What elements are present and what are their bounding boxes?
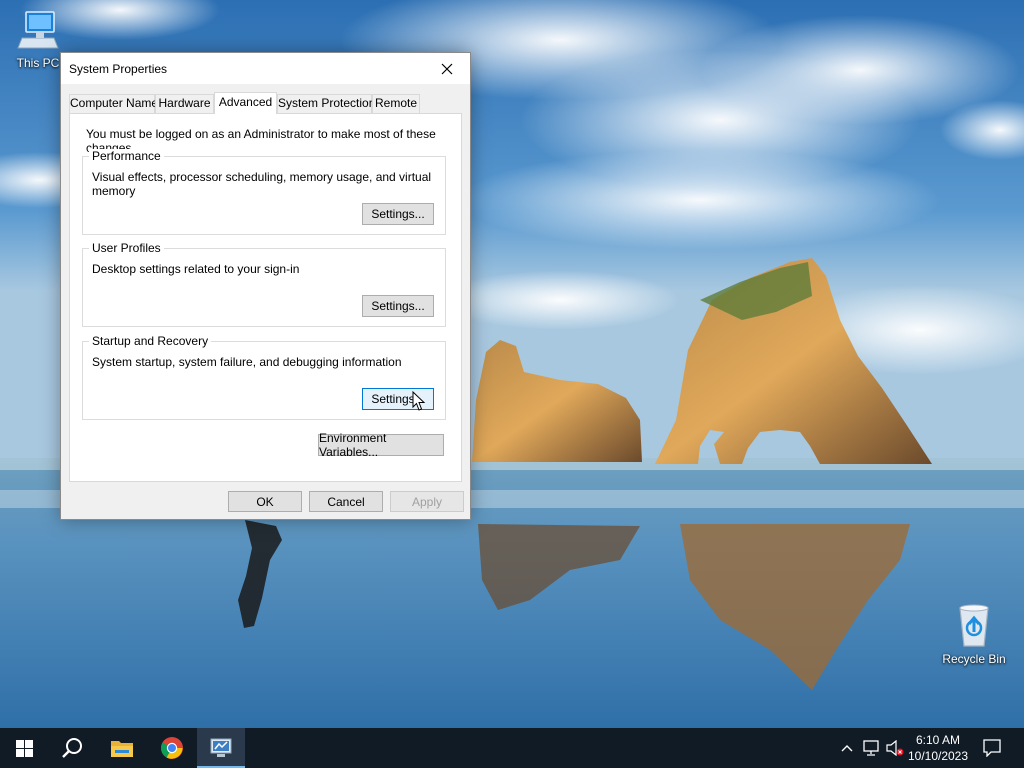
desktop-icon-label: This PC <box>16 56 60 70</box>
action-center-icon <box>983 739 1001 757</box>
group-user-profiles: User Profiles Desktop settings related t… <box>82 241 446 327</box>
environment-variables-button[interactable]: Environment Variables... <box>318 431 444 459</box>
close-button[interactable] <box>424 53 470 84</box>
search-icon <box>62 738 82 758</box>
system-properties-taskbar-button[interactable] <box>197 728 245 768</box>
system-properties-icon <box>210 738 232 757</box>
tab-remote[interactable]: Remote <box>372 94 420 113</box>
dialog-title: System Properties <box>69 62 168 76</box>
cancel-button[interactable]: Cancel <box>309 491 383 512</box>
chevron-up-icon <box>841 745 853 752</box>
clock-date: 10/10/2023 <box>907 749 969 763</box>
dialog-titlebar[interactable]: System Properties <box>61 53 470 84</box>
clock-time: 6:10 AM <box>915 733 961 747</box>
mouse-cursor-icon <box>412 391 426 411</box>
system-properties-dialog: System Properties Computer Name Hardware… <box>60 52 471 520</box>
chrome-icon <box>161 737 183 759</box>
tab-advanced[interactable]: Advanced <box>214 92 277 114</box>
start-icon <box>15 739 33 757</box>
group-title: Startup and Recovery <box>89 334 212 348</box>
apply-button[interactable]: Apply <box>390 491 464 512</box>
network-tray-button[interactable] <box>860 728 882 768</box>
close-icon <box>441 63 453 74</box>
group-performance: Performance Visual effects, processor sc… <box>82 149 446 235</box>
file-explorer-button[interactable] <box>98 728 146 768</box>
tab-computer-name[interactable]: Computer Name <box>69 94 158 113</box>
show-hidden-icons-button[interactable] <box>838 728 856 768</box>
tab-panel-advanced: You must be logged on as an Administrato… <box>69 113 462 482</box>
user-profiles-settings-button[interactable]: Settings... <box>362 295 434 317</box>
computer-icon <box>17 11 59 49</box>
desktop-icon-recycle-bin[interactable]: Recycle Bin <box>936 602 1012 666</box>
start-button[interactable] <box>0 728 48 768</box>
group-description: System startup, system failure, and debu… <box>92 355 402 369</box>
group-description: Desktop settings related to your sign-in <box>92 262 300 276</box>
recycle-bin-icon <box>959 604 989 647</box>
group-description: Visual effects, processor scheduling, me… <box>92 170 432 198</box>
action-center-button[interactable] <box>980 728 1004 768</box>
taskbar-clock[interactable]: 6:10 AM 10/10/2023 <box>900 732 976 764</box>
network-icon <box>863 740 879 756</box>
chrome-button[interactable] <box>148 728 196 768</box>
group-title: Performance <box>89 149 164 163</box>
tab-hardware[interactable]: Hardware <box>155 94 214 113</box>
desktop-icon-label: Recycle Bin <box>942 652 1006 666</box>
ok-button[interactable]: OK <box>228 491 302 512</box>
file-explorer-icon <box>111 741 133 757</box>
search-button[interactable] <box>48 728 96 768</box>
taskbar: 6:10 AM 10/10/2023 <box>0 728 1024 768</box>
performance-settings-button[interactable]: Settings... <box>362 203 434 225</box>
tab-system-protection[interactable]: System Protection <box>277 94 375 113</box>
group-startup-recovery: Startup and Recovery System startup, sys… <box>82 334 446 420</box>
group-title: User Profiles <box>89 241 164 255</box>
